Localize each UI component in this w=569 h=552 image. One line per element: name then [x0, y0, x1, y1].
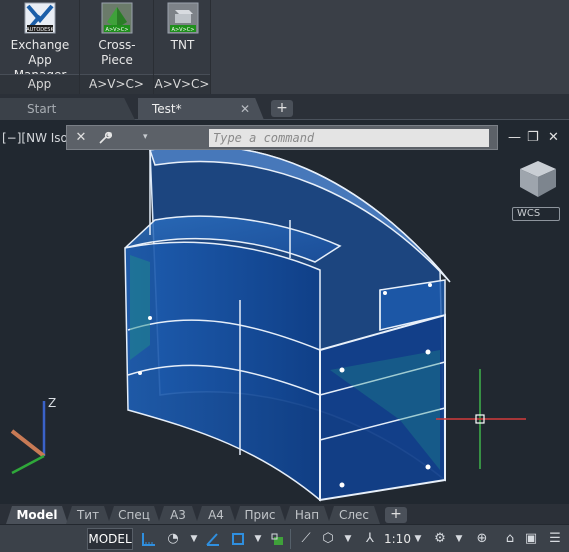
layout-tab-1[interactable]: Тит: [66, 506, 110, 524]
crosshair-cursor: [436, 369, 526, 469]
layout-tab-3[interactable]: А3: [158, 506, 198, 524]
close-icon[interactable]: ✕: [71, 126, 91, 149]
status-separator: [290, 529, 291, 549]
restore-icon[interactable]: ❐: [527, 131, 539, 145]
close-icon[interactable]: ✕: [240, 98, 250, 120]
tnt-button[interactable]: A>V>C> TNT: [157, 2, 208, 53]
annotation-monitor-icon[interactable]: ⊕: [472, 529, 492, 549]
chevron-down-icon[interactable]: ▼: [338, 529, 358, 549]
gear-icon[interactable]: ⚙: [430, 529, 450, 549]
tnt-icon: A>V>C>: [167, 2, 199, 34]
new-layout-button[interactable]: +: [385, 507, 407, 523]
wcs-label: WCS: [517, 208, 541, 219]
layout-tab-7[interactable]: Слес: [328, 506, 380, 524]
command-line: ✕ ▾ Type a command: [66, 125, 498, 150]
ribbon-empty-area: [211, 0, 569, 94]
file-tab-test-label: Test*: [152, 102, 182, 116]
close-icon[interactable]: ✕: [548, 131, 559, 145]
lineweight-icon[interactable]: [268, 529, 288, 549]
cross-piece-icon: A>V>C>: [101, 2, 133, 34]
customization-menu-icon[interactable]: ☰: [545, 529, 565, 549]
status-bar: MODEL ◔ ▼ ▼ ⟋ ⬡ ▼ ⅄ 1:10 ▼ ⚙ ▼ ⊕ ⌂ ▣ ☰: [0, 524, 569, 552]
tnt-label: TNT: [170, 38, 195, 52]
transparency-icon[interactable]: ⟋: [296, 529, 316, 549]
svg-text:A>V>C>: A>V>C>: [171, 27, 194, 33]
z-axis-label: Z: [48, 396, 56, 410]
new-tab-button[interactable]: +: [271, 100, 293, 117]
panel-avc-2: A>V>C> TNT A>V>C>: [154, 0, 211, 94]
drawing-viewport[interactable]: Z WCS [−][NW Isometric][Realistic] ✕ ▾ T…: [0, 121, 569, 504]
wcs-dropdown[interactable]: WCS: [512, 207, 560, 221]
panel-avc-1: A>V>C> Cross-Piece A>V>C>: [80, 0, 154, 94]
grid-icon[interactable]: [139, 529, 159, 549]
3d-object-snap-icon[interactable]: ⬡: [318, 529, 338, 549]
cross-piece-button[interactable]: A>V>C> Cross-Piece: [83, 2, 151, 68]
svg-text:A>V>C>: A>V>C>: [106, 27, 129, 33]
layout-tab-model[interactable]: Model: [6, 506, 68, 524]
viewcube-icon[interactable]: [516, 157, 560, 201]
isodraft-icon[interactable]: [203, 529, 223, 549]
exchange-app-manager-button[interactable]: AUTODESK Exchange App Manager: [2, 2, 78, 83]
exchange-label-1: Exchange: [10, 38, 70, 52]
panel-title-avc-2[interactable]: A>V>C>: [154, 74, 210, 94]
panel-app-manager: AUTODESK Exchange App Manager App Manage…: [0, 0, 80, 110]
file-tab-start[interactable]: Start: [0, 98, 135, 120]
svg-text:AUTODESK: AUTODESK: [26, 27, 54, 33]
model-space-toggle[interactable]: MODEL: [87, 528, 133, 550]
chevron-down-icon[interactable]: ▼: [184, 529, 204, 549]
panel-title-avc-1[interactable]: A>V>C>: [80, 74, 153, 94]
ucs-axis-icon: Z: [10, 396, 56, 475]
autodesk-exchange-icon: AUTODESK: [24, 2, 56, 34]
hardware-acceleration-icon[interactable]: ⌂: [500, 529, 520, 549]
isolate-objects-icon[interactable]: ▣: [521, 529, 541, 549]
file-tab-bar: Start Test* ✕ +: [0, 94, 569, 120]
chevron-down-icon[interactable]: ▼: [449, 529, 469, 549]
polar-tracking-icon[interactable]: ◔: [163, 529, 183, 549]
annotation-visibility-icon[interactable]: ⅄: [360, 529, 380, 549]
layout-tab-bar: Model Тит Спец А3 А4 Прис Нап Слес +: [0, 504, 569, 524]
recent-commands-dropdown-icon[interactable]: ▾: [143, 126, 148, 149]
layout-tab-6[interactable]: Нап: [284, 506, 330, 524]
file-tab-test[interactable]: Test* ✕: [138, 98, 264, 120]
chevron-down-icon[interactable]: ▼: [408, 529, 428, 549]
command-input[interactable]: Type a command: [209, 129, 489, 147]
layout-tab-2[interactable]: Спец: [108, 506, 160, 524]
ribbon: AUTODESK Exchange App Manager App Manage…: [0, 0, 569, 110]
object-snap-icon[interactable]: [228, 529, 248, 549]
cross-piece-label: Cross-Piece: [98, 38, 136, 67]
file-tab-start-label: Start: [27, 102, 57, 116]
layout-tab-4[interactable]: А4: [196, 506, 236, 524]
chevron-down-icon[interactable]: ▼: [248, 529, 268, 549]
minimize-icon[interactable]: —: [508, 131, 521, 145]
panel-title-app-manager[interactable]: App Manager: [0, 74, 79, 110]
wrench-icon[interactable]: [95, 126, 115, 149]
layout-tab-5[interactable]: Прис: [234, 506, 286, 524]
